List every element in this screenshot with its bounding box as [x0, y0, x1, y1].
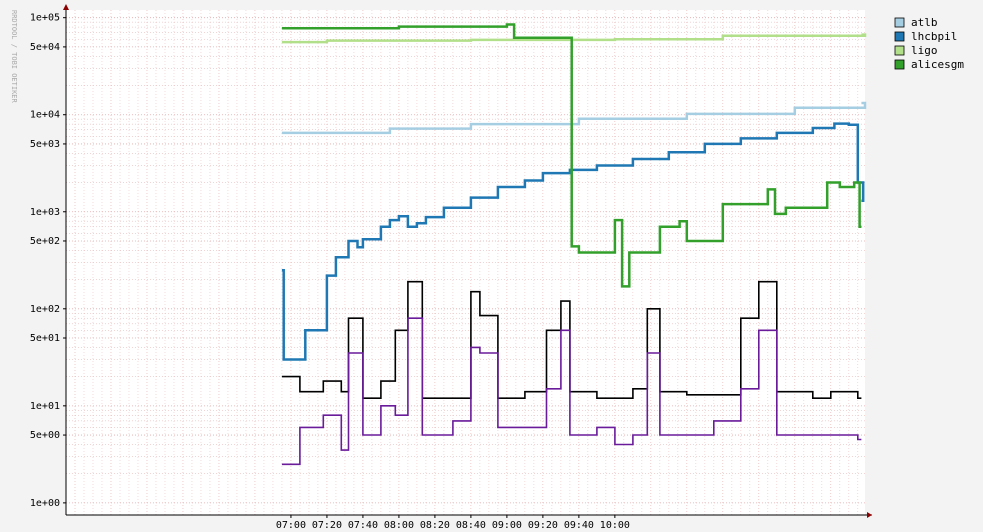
- x-tick-label: 07:00: [276, 520, 306, 531]
- watermark: RRDTOOL / TOBI OETIKER: [10, 10, 18, 104]
- y-tick-label: 1e+03: [30, 207, 60, 218]
- x-tick-label: 10:00: [600, 520, 630, 531]
- y-tick-label: 1e+02: [30, 304, 60, 315]
- x-tick-label: 08:40: [456, 520, 486, 531]
- y-tick-labels: 1e+00 5e+00 1e+01 5e+01 1e+02 5e+02 1e+03 5e+03…: [30, 13, 66, 509]
- x-tick-labels: 07:00 07:20 07:40 08:00 08:20 08:40 09:00 09:20…: [276, 515, 630, 531]
- y-tick-label: 1e+01: [30, 401, 60, 412]
- y-tick-label: 5e+03: [30, 139, 60, 150]
- x-tick-label: 09:00: [492, 520, 522, 531]
- y-tick-label: 5e+02: [30, 236, 60, 247]
- y-tick-label: 5e+04: [30, 42, 60, 53]
- x-tick-label: 07:20: [312, 520, 342, 531]
- chart: 1e+00 5e+00 1e+01 5e+01 1e+02 5e+02 1e+03 5e+03…: [10, 4, 964, 531]
- y-tick-label: 5e+01: [30, 333, 60, 344]
- x-tick-label: 07:40: [348, 520, 378, 531]
- y-tick-label: 1e+04: [30, 110, 60, 121]
- x-tick-label: 08:20: [420, 520, 450, 531]
- y-tick-label: 1e+00: [30, 498, 60, 509]
- legend-swatch-atlb: [894, 17, 905, 28]
- legend-label-ligo: ligo: [911, 44, 938, 57]
- legend-label-lhcbpil: lhcbpil: [911, 30, 957, 43]
- legend-swatch-alicesgm: [894, 59, 905, 70]
- y-tick-label: 1e+05: [30, 13, 60, 24]
- x-tick-label: 09:20: [528, 520, 558, 531]
- x-tick-label: 08:00: [384, 520, 414, 531]
- x-tick-label: 09:40: [564, 520, 594, 531]
- legend-label-alicesgm: alicesgm: [911, 58, 964, 71]
- legend: atlblhcbpilligoalicesgm: [894, 16, 964, 71]
- legend-swatch-ligo: [894, 45, 905, 56]
- legend-label-atlb: atlb: [911, 16, 938, 29]
- x-axis-arrow: [867, 512, 872, 518]
- legend-swatch-lhcbpil: [894, 31, 905, 42]
- y-tick-label: 5e+00: [30, 430, 60, 441]
- y-axis-arrow: [63, 4, 69, 10]
